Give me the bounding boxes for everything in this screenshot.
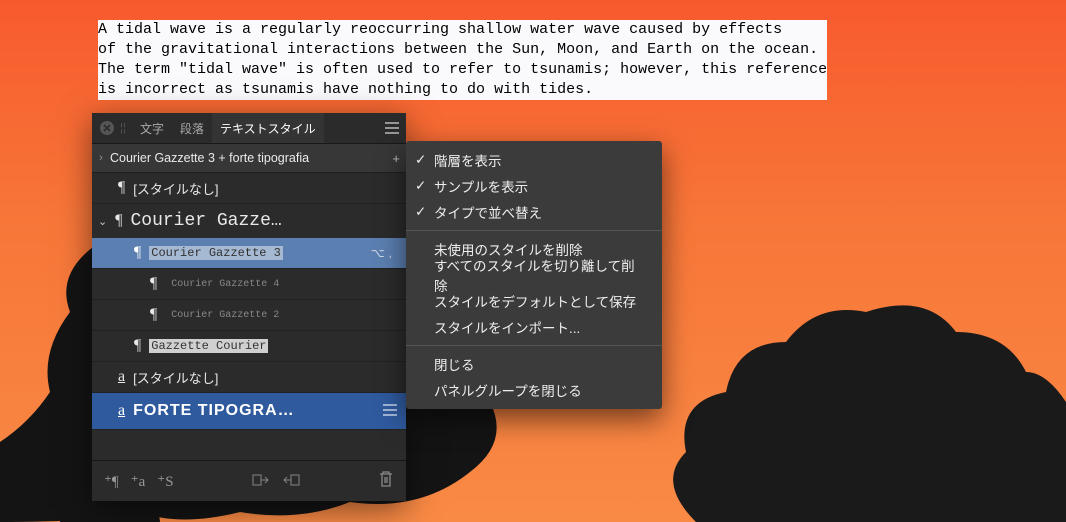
style-label: Gazzette Courier (149, 339, 268, 353)
style-row-courier-gazzette-3[interactable]: ¶ Courier Gazzette 3 ⌥, (92, 238, 406, 269)
style-row-courier-gazzette-2[interactable]: ¶ Courier Gazzette 2 (92, 300, 406, 331)
style-row-no-style-para[interactable]: ¶ [スタイルなし] (92, 173, 406, 204)
style-label: Courier Gazzette 3 (149, 246, 283, 260)
chevron-right-icon: › (92, 152, 110, 164)
tab-character[interactable]: 文字 (132, 113, 172, 143)
close-panel-button[interactable] (100, 121, 114, 135)
tree-silhouette-right (646, 222, 1066, 522)
paragraph-icon: ¶ (150, 306, 157, 324)
panel-footer: ⁺¶ ⁺a ⁺S (92, 460, 406, 501)
menu-label: スタイルをデフォルトとして保存 (434, 291, 636, 311)
menu-sort-by-type[interactable]: ✓ タイプで並べ替え (406, 199, 662, 225)
breadcrumb-label: Courier Gazzette 3 + forte tipografia (110, 151, 386, 165)
panel-flyout-menu: ✓ 階層を表示 ✓ サンプルを表示 ✓ タイプで並べ替え 未使用のスタイルを削除… (406, 141, 662, 409)
character-style-icon: a (118, 368, 125, 386)
panel-menu-button[interactable] (384, 121, 400, 135)
new-group-style-button[interactable]: ⁺S (151, 472, 179, 491)
menu-label: スタイルをインポート... (434, 317, 580, 337)
menu-show-sample[interactable]: ✓ サンプルを表示 (406, 173, 662, 199)
document-body-text[interactable]: A tidal wave is a regularly reoccurring … (98, 20, 827, 100)
style-label: Courier Gazzette 2 (171, 310, 279, 321)
check-icon: ✓ (415, 204, 426, 220)
panel-spacer (92, 430, 406, 460)
redefine-style-button[interactable] (276, 471, 306, 492)
delete-style-button[interactable] (372, 470, 400, 493)
tab-text-styles[interactable]: テキストスタイル (212, 113, 324, 143)
new-character-style-button[interactable]: ⁺a (125, 472, 152, 491)
menu-separator (406, 230, 662, 231)
paragraph-icon: ¶ (134, 244, 141, 262)
menu-label: 階層を表示 (434, 150, 502, 170)
chevron-down-icon: ⌄ (98, 215, 107, 228)
menu-label: 閉じる (434, 354, 475, 374)
doc-line: of the gravitational interactions betwee… (98, 41, 818, 58)
menu-save-default[interactable]: スタイルをデフォルトとして保存 (406, 288, 662, 314)
check-icon: ✓ (415, 152, 426, 168)
applied-style-breadcrumb[interactable]: › Courier Gazzette 3 + forte tipografia … (92, 144, 406, 173)
paragraph-icon: ¶ (134, 337, 141, 355)
menu-label: サンプルを表示 (434, 176, 528, 196)
doc-line: is incorrect as tsunamis have nothing to… (98, 81, 593, 98)
overrides-plus-icon: + (386, 151, 406, 166)
menu-import-styles[interactable]: スタイルをインポート... (406, 314, 662, 340)
style-options-icon[interactable] (382, 404, 398, 419)
panel-grip-icon[interactable]: ¦¦ (118, 122, 128, 134)
style-label: [スタイルなし] (133, 179, 218, 198)
panel-header: ¦¦ 文字 段落 テキストスタイル (92, 113, 406, 144)
doc-line: The term "tidal wave" is often used to r… (98, 61, 827, 78)
new-paragraph-style-button[interactable]: ⁺¶ (98, 472, 125, 491)
style-label: Courier Gazzette 4 (171, 279, 279, 290)
update-style-button[interactable] (246, 471, 276, 492)
paragraph-icon: ¶ (115, 212, 122, 230)
style-row-no-style-char[interactable]: a [スタイルなし] (92, 362, 406, 393)
doc-line: A tidal wave is a regularly reoccurring … (98, 21, 782, 38)
style-row-courier-gazzette-4[interactable]: ¶ Courier Gazzette 4 (92, 269, 406, 300)
style-row-gazzette-courier[interactable]: ¶ Gazzette Courier (92, 331, 406, 362)
text-styles-panel: ¦¦ 文字 段落 テキストスタイル › Courier Gazzette 3 +… (92, 113, 406, 501)
style-label: FORTE TIPOGRA… (133, 402, 295, 420)
paragraph-icon: ¶ (150, 275, 157, 293)
style-row-forte-tipografia[interactable]: a FORTE TIPOGRA… (92, 393, 406, 430)
character-style-icon: a (118, 402, 125, 420)
menu-label: パネルグループを閉じる (434, 380, 582, 400)
menu-close-panel-group[interactable]: パネルグループを閉じる (406, 377, 662, 403)
style-group-courier-gazzette[interactable]: ⌄ ¶ Courier Gazze… (92, 204, 406, 238)
menu-label: タイプで並べ替え (434, 202, 542, 222)
style-shortcut-label: ⌥, (371, 246, 396, 260)
menu-detach-delete-all[interactable]: すべてのスタイルを切り離して削除 (406, 262, 662, 288)
check-icon: ✓ (415, 178, 426, 194)
group-label: Courier Gazze… (130, 211, 281, 231)
menu-close[interactable]: 閉じる (406, 351, 662, 377)
paragraph-icon: ¶ (118, 179, 125, 197)
menu-separator (406, 345, 662, 346)
style-label: [スタイルなし] (133, 368, 218, 387)
tab-paragraph[interactable]: 段落 (172, 113, 212, 143)
menu-show-hierarchy[interactable]: ✓ 階層を表示 (406, 147, 662, 173)
